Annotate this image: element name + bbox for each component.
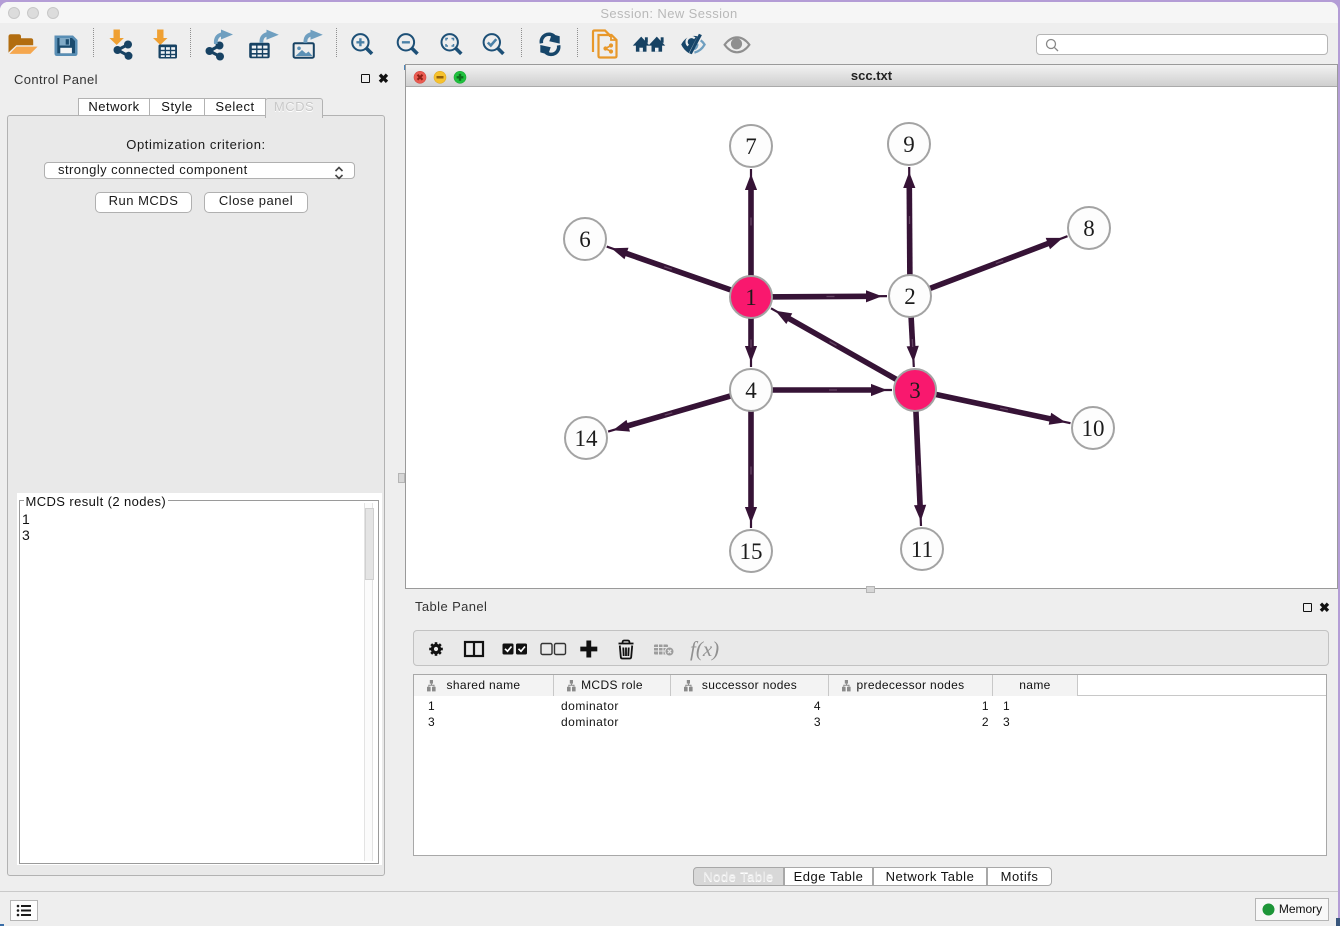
svg-text:1: 1 [745, 285, 757, 310]
svg-text:8: 8 [1083, 216, 1095, 241]
svg-text:6: 6 [579, 227, 591, 252]
svg-text:10: 10 [1082, 416, 1105, 441]
svg-text:3: 3 [909, 378, 921, 403]
svg-text:f(x): f(x) [690, 637, 719, 661]
svg-text:11: 11 [911, 537, 933, 562]
svg-text:2: 2 [904, 284, 916, 309]
svg-text:15: 15 [740, 539, 763, 564]
svg-text:14: 14 [575, 426, 599, 451]
svg-text:9: 9 [903, 132, 915, 157]
svg-text:7: 7 [745, 134, 757, 159]
svg-text:4: 4 [745, 378, 757, 403]
